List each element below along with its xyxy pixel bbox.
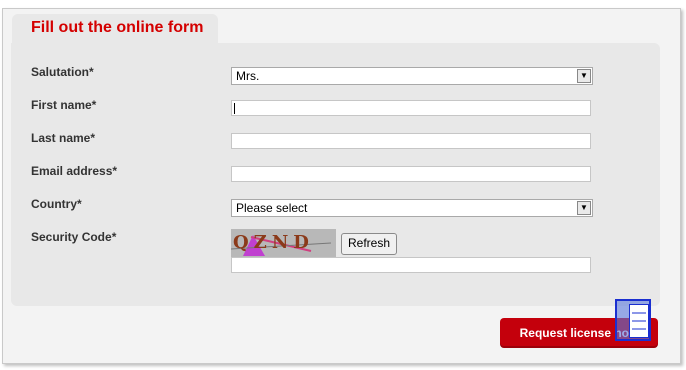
notepad-icon[interactable] — [615, 299, 651, 341]
first-name-field[interactable] — [231, 100, 591, 116]
form-title: Fill out the online form — [31, 19, 204, 36]
security-code-label: Security Code* — [31, 230, 117, 244]
last-name-label: Last name* — [31, 131, 96, 145]
first-name-label: First name* — [31, 98, 97, 112]
salutation-select[interactable]: Mrs. ▼ — [231, 67, 593, 85]
email-label: Email address* — [31, 164, 118, 178]
chevron-down-icon[interactable]: ▼ — [577, 69, 591, 83]
salutation-value: Mrs. — [236, 69, 260, 83]
country-select[interactable]: Please select ▼ — [231, 199, 593, 217]
chevron-down-icon[interactable]: ▼ — [577, 201, 591, 215]
notepad-sheet — [629, 304, 649, 338]
captcha-text: QZND — [233, 232, 314, 253]
salutation-label: Salutation* — [31, 65, 94, 79]
last-name-field[interactable] — [231, 133, 591, 149]
country-label: Country* — [31, 197, 82, 211]
email-field[interactable] — [231, 166, 591, 182]
security-code-field[interactable] — [231, 257, 591, 273]
country-value: Please select — [236, 201, 308, 215]
captcha-image: QZND — [231, 229, 336, 257]
text-cursor — [234, 103, 235, 114]
refresh-button[interactable]: Refresh — [341, 233, 398, 255]
